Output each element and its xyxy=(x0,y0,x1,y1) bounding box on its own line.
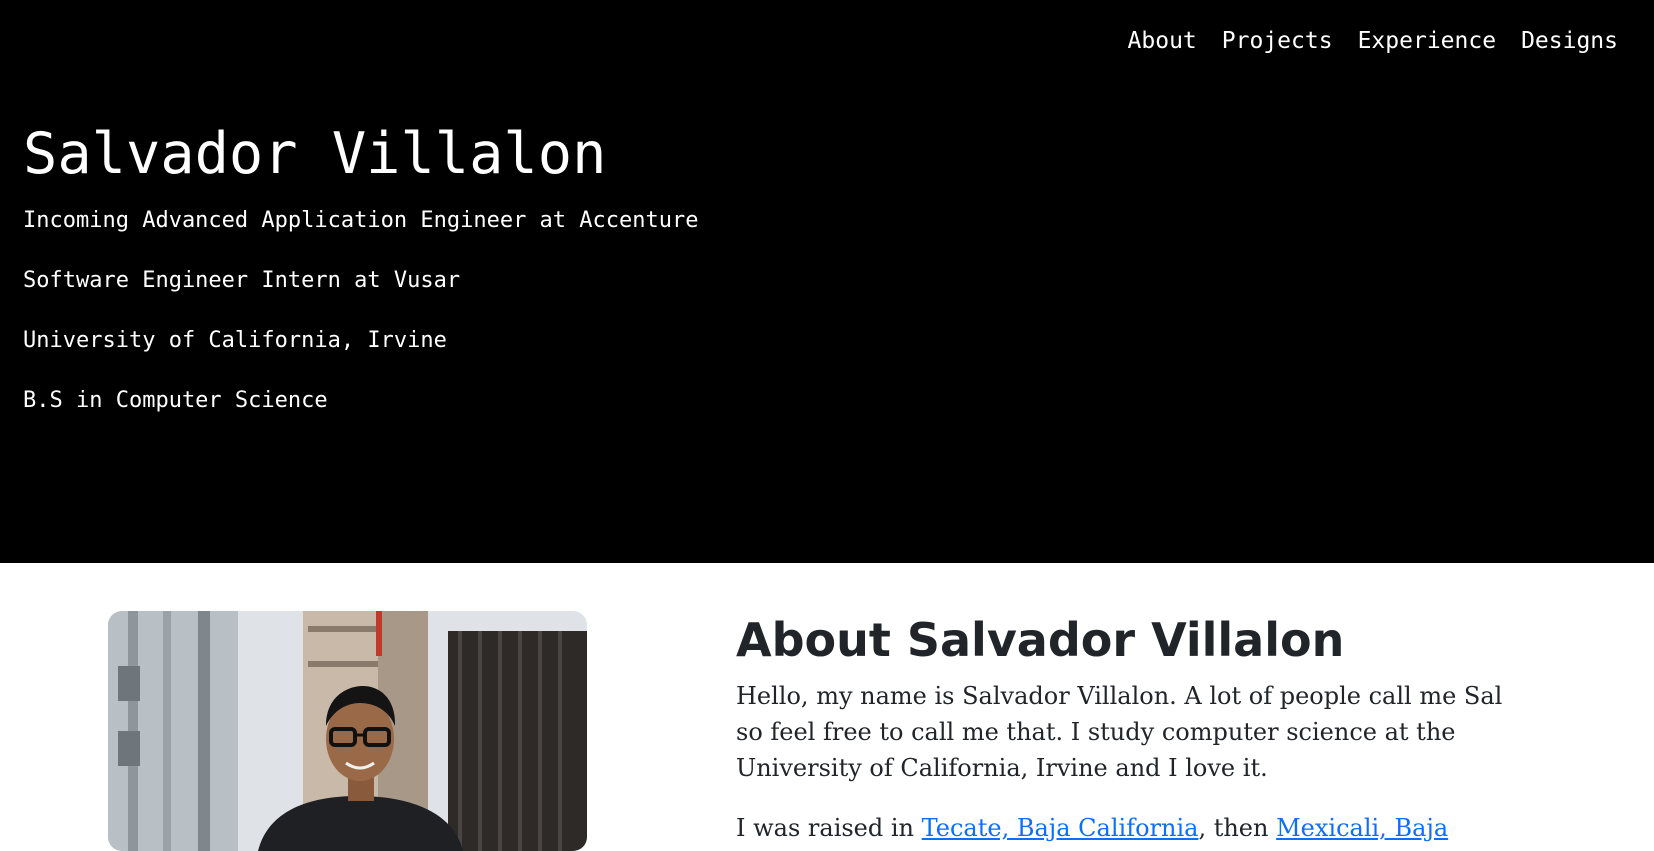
hero-line-university: University of California, Irvine xyxy=(23,328,447,353)
tecate-link[interactable]: Tecate, Baja California xyxy=(922,814,1199,842)
top-nav: About Projects Experience Designs xyxy=(1128,22,1618,60)
hero-line-degree: B.S in Computer Science xyxy=(23,388,328,413)
hero-line-role: Incoming Advanced Application Engineer a… xyxy=(23,208,699,233)
hero-line-internship: Software Engineer Intern at Vusar xyxy=(23,268,461,293)
about-origin-prefix: I was raised in xyxy=(736,814,922,842)
nav-link-designs[interactable]: Designs xyxy=(1521,22,1618,60)
mexicali-link[interactable]: Mexicali, Baja xyxy=(1276,814,1448,842)
nav-link-about[interactable]: About xyxy=(1128,22,1197,60)
about-paragraph-intro: Hello, my name is Salvador Villalon. A l… xyxy=(736,682,1503,782)
hero-name: Salvador Villalon xyxy=(23,121,607,187)
profile-photo xyxy=(108,611,587,851)
about-paragraph-origin: I was raised in Tecate, Baja California,… xyxy=(736,810,1526,846)
hero-section: About Projects Experience Designs Salvad… xyxy=(0,0,1654,563)
about-origin-mid: , then xyxy=(1198,814,1277,842)
nav-link-projects[interactable]: Projects xyxy=(1222,22,1333,60)
about-title: About Salvador Villalon xyxy=(736,613,1345,667)
nav-link-experience[interactable]: Experience xyxy=(1358,22,1496,60)
